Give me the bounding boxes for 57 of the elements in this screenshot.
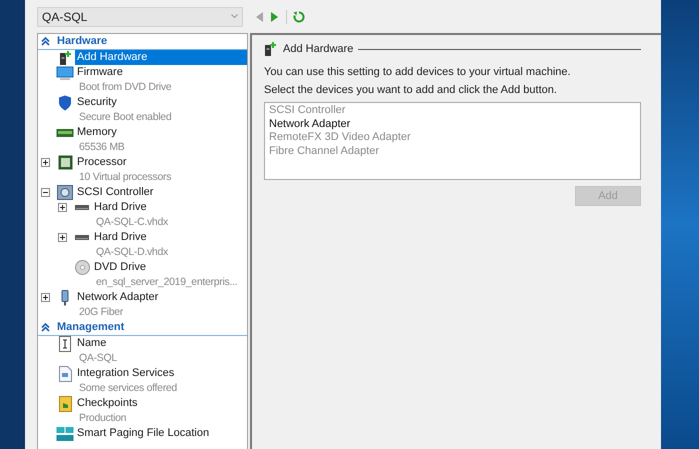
- tree-item[interactable]: Network Adapter: [77, 290, 247, 305]
- item-detail: QA-SQL: [78, 351, 117, 366]
- group-title: Add Hardware: [283, 42, 354, 57]
- refresh-icon[interactable]: [293, 10, 305, 22]
- device-option[interactable]: Network Adapter: [269, 118, 350, 131]
- section-header: Management: [57, 320, 124, 336]
- tree-item[interactable]: Security: [77, 95, 247, 110]
- controller-icon: [57, 185, 73, 200]
- tree-item[interactable]: Checkpoints: [77, 396, 247, 411]
- tree-item[interactable]: DVD Drive: [94, 260, 247, 275]
- tree-item[interactable]: Integration Services: [77, 366, 247, 381]
- chevron-down-icon: [231, 14, 238, 19]
- tree-item[interactable]: SCSI Controller: [77, 185, 247, 200]
- shield-icon: [58, 94, 72, 110]
- document-icon: [58, 366, 72, 382]
- memory-chip-icon: [56, 128, 74, 138]
- item-detail: en_sql_server_2019_enterpris...: [95, 275, 238, 290]
- tree-item[interactable]: Add Hardware: [75, 50, 247, 65]
- tree-item[interactable]: Hard Drive: [94, 230, 247, 245]
- item-detail: 10 Virtual processors: [78, 170, 172, 185]
- item-detail: Production: [78, 411, 126, 426]
- add-hardware-icon: [57, 50, 73, 66]
- play-arrow-icon[interactable]: [270, 12, 278, 22]
- description-text: You can use this setting to add devices to your virtual machine.: [264, 65, 572, 80]
- item-detail: QA-SQL-C.vhdx: [95, 215, 168, 230]
- expand-icon[interactable]: [41, 293, 50, 302]
- vm-name: QA-SQL: [42, 8, 88, 26]
- item-detail: 20G Fiber: [78, 305, 123, 320]
- tree-item[interactable]: Memory: [77, 125, 247, 140]
- tree-item[interactable]: Hard Drive: [94, 200, 247, 215]
- item-detail: QA-SQL-D.vhdx: [95, 245, 168, 260]
- tree-item[interactable]: Processor: [77, 155, 247, 170]
- storage-icon: [56, 426, 74, 442]
- network-adapter-icon: [60, 290, 70, 306]
- text-field-icon: [59, 336, 71, 352]
- tree-item[interactable]: Firmware: [77, 65, 247, 80]
- collapse-section-icon[interactable]: [41, 323, 50, 332]
- item-detail: Secure Boot enabled: [78, 110, 172, 125]
- collapse-icon[interactable]: [41, 188, 50, 197]
- processor-chip-icon: [58, 155, 72, 170]
- expand-icon[interactable]: [58, 233, 67, 242]
- item-detail: Boot from DVD Drive: [78, 80, 172, 95]
- tree-item[interactable]: Smart Paging File Location: [77, 426, 247, 441]
- item-detail: 65536 MB: [78, 140, 124, 155]
- collapse-section-icon[interactable]: [41, 37, 50, 46]
- monitor-icon: [56, 66, 74, 80]
- instruction-text: Select the devices you want to add and click the Add button.: [264, 83, 558, 98]
- vm-dropdown[interactable]: QA-SQL: [37, 6, 243, 26]
- disc-icon: [74, 260, 90, 275]
- add-hardware-icon: [264, 42, 276, 56]
- hard-drive-icon: [75, 204, 89, 211]
- item-detail: Some services offered: [78, 381, 177, 396]
- expand-icon[interactable]: [58, 203, 67, 212]
- section-header: Hardware: [57, 34, 108, 50]
- hard-drive-icon: [75, 234, 89, 241]
- tree-item[interactable]: Name: [77, 336, 247, 351]
- expand-icon[interactable]: [41, 158, 50, 167]
